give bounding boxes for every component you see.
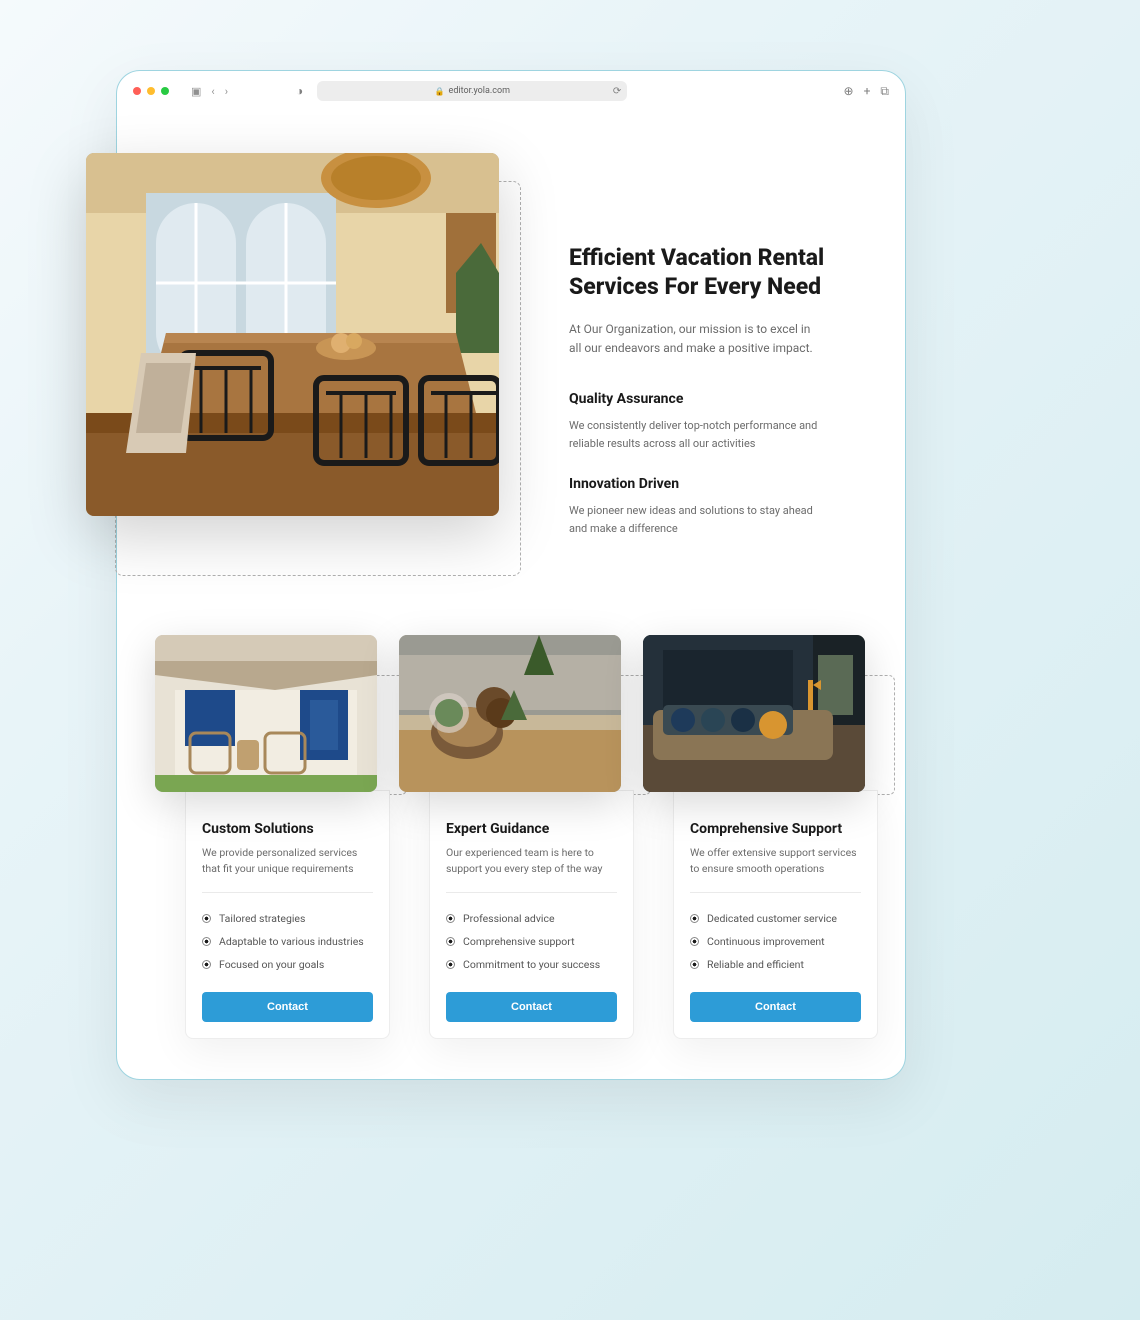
sidebar-icon[interactable]: ▣ xyxy=(191,85,201,98)
hero-image xyxy=(86,153,499,516)
card-1-body: Custom Solutions We provide personalized… xyxy=(185,790,390,1039)
list-item: Commitment to your success xyxy=(446,953,617,976)
privacy-shield-icon[interactable]: ◑ xyxy=(296,84,303,98)
card-3-contact-button[interactable]: Contact xyxy=(690,992,861,1022)
traffic-lights xyxy=(133,87,169,95)
minimize-window-button[interactable] xyxy=(147,87,155,95)
card-row: Custom Solutions We provide personalized… xyxy=(155,635,865,1039)
forward-icon[interactable]: › xyxy=(225,85,228,98)
list-item: Continuous improvement xyxy=(690,930,861,953)
feature-title-2: Innovation Driven xyxy=(569,476,849,492)
card-1-contact-button[interactable]: Contact xyxy=(202,992,373,1022)
card-2-title: Expert Guidance xyxy=(446,821,617,837)
hero-description: At Our Organization, our mission is to e… xyxy=(569,320,819,360)
card-2: Expert Guidance Our experienced team is … xyxy=(399,635,621,1039)
card-3-desc: We offer extensive support services to e… xyxy=(690,845,861,878)
browser-chrome: ▣ ‹ › ◑ 🔒 editor.yola.com ⟳ ⊕ + ⧉ xyxy=(117,71,905,111)
card-3-image xyxy=(643,635,865,792)
card-2-image xyxy=(399,635,621,792)
list-item: Professional advice xyxy=(446,907,617,930)
url-text: editor.yola.com xyxy=(449,86,510,96)
close-window-button[interactable] xyxy=(133,87,141,95)
hero-copy: Efficient Vacation Rental Services For E… xyxy=(569,244,849,561)
new-tab-icon[interactable]: + xyxy=(864,84,871,99)
url-bar[interactable]: 🔒 editor.yola.com ⟳ xyxy=(317,81,627,101)
share-icon[interactable]: ⊕ xyxy=(844,84,854,99)
divider xyxy=(690,892,861,893)
card-2-desc: Our experienced team is here to support … xyxy=(446,845,617,878)
card-3-body: Comprehensive Support We offer extensive… xyxy=(673,790,878,1039)
divider xyxy=(446,892,617,893)
list-item: Focused on your goals xyxy=(202,953,373,976)
card-1-bullets: Tailored strategies Adaptable to various… xyxy=(202,907,373,976)
hero-title: Efficient Vacation Rental Services For E… xyxy=(569,244,849,302)
feature-title-1: Quality Assurance xyxy=(569,391,849,407)
card-1-title: Custom Solutions xyxy=(202,821,373,837)
card-3: Comprehensive Support We offer extensive… xyxy=(643,635,865,1039)
card-2-bullets: Professional advice Comprehensive suppor… xyxy=(446,907,617,976)
card-3-bullets: Dedicated customer service Continuous im… xyxy=(690,907,861,976)
list-item: Comprehensive support xyxy=(446,930,617,953)
card-1: Custom Solutions We provide personalized… xyxy=(155,635,377,1039)
back-icon[interactable]: ‹ xyxy=(211,85,214,98)
card-1-desc: We provide personalized services that fi… xyxy=(202,845,373,878)
list-item: Tailored strategies xyxy=(202,907,373,930)
list-item: Adaptable to various industries xyxy=(202,930,373,953)
reload-icon[interactable]: ⟳ xyxy=(613,86,621,97)
list-item: Reliable and efficient xyxy=(690,953,861,976)
tabs-icon[interactable]: ⧉ xyxy=(880,84,889,99)
lock-icon: 🔒 xyxy=(435,87,445,96)
maximize-window-button[interactable] xyxy=(161,87,169,95)
feature-desc-1: We consistently deliver top-notch perfor… xyxy=(569,417,829,452)
divider xyxy=(202,892,373,893)
feature-desc-2: We pioneer new ideas and solutions to st… xyxy=(569,502,829,537)
card-2-contact-button[interactable]: Contact xyxy=(446,992,617,1022)
card-1-image xyxy=(155,635,377,792)
card-2-body: Expert Guidance Our experienced team is … xyxy=(429,790,634,1039)
browser-window: ▣ ‹ › ◑ 🔒 editor.yola.com ⟳ ⊕ + ⧉ Effici… xyxy=(116,70,906,1080)
list-item: Dedicated customer service xyxy=(690,907,861,930)
card-3-title: Comprehensive Support xyxy=(690,821,861,837)
